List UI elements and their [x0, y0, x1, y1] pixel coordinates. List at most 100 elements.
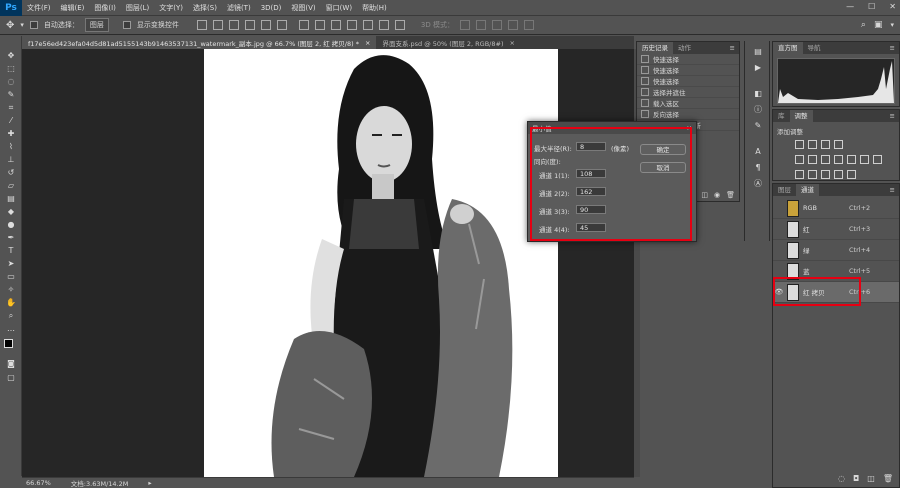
tab-adjustments[interactable]: 调整 [789, 110, 813, 122]
3d-roll-icon[interactable] [475, 20, 486, 30]
workspace-dropdown-icon[interactable]: ▾ [890, 21, 894, 29]
auto-select-checkbox[interactable] [29, 21, 38, 29]
menu-type[interactable]: 文字(Y) [154, 3, 188, 13]
tab-libraries[interactable]: 库 [773, 110, 790, 122]
status-arrow-icon[interactable]: ▸ [148, 479, 151, 487]
eraser-icon[interactable]: ▱ [5, 180, 17, 191]
3d-scale-icon[interactable] [523, 20, 534, 30]
distribute-left-icon[interactable] [346, 20, 357, 30]
clone-stamp-icon[interactable]: ⊥ [5, 154, 17, 165]
camera-icon[interactable]: ◉ [714, 191, 720, 199]
align-center-icon[interactable] [260, 20, 271, 30]
menu-select[interactable]: 选择(S) [188, 3, 222, 13]
panel-menu-icon[interactable]: ≡ [890, 186, 899, 194]
selective-color-icon[interactable] [847, 170, 856, 179]
quick-mask-icon[interactable]: ◙ [5, 358, 17, 369]
close-tab-icon[interactable]: × [509, 39, 514, 47]
history-item[interactable]: 快速选择 [637, 54, 739, 65]
menu-window[interactable]: 窗口(W) [321, 3, 357, 13]
align-right-icon[interactable] [276, 20, 287, 30]
move-tool-icon[interactable]: ✥ [6, 20, 14, 31]
history-item[interactable]: 反向选择 [637, 109, 739, 120]
brush-icon[interactable]: ⌇ [5, 141, 17, 152]
channel-row-rgb[interactable]: RGB Ctrl+2 [773, 198, 899, 219]
distribute-center-icon[interactable] [362, 20, 373, 30]
channel-row-red[interactable]: 红 Ctrl+3 [773, 219, 899, 240]
tab-actions[interactable]: 动作 [673, 42, 696, 54]
distribute-top-icon[interactable] [298, 20, 309, 30]
history-item[interactable]: 载入选区 [637, 98, 739, 109]
tab-history[interactable]: 历史记录 [637, 42, 673, 54]
align-left-icon[interactable] [244, 20, 255, 30]
history-brush-icon[interactable]: ↺ [5, 167, 17, 178]
crop-icon[interactable]: ⌗ [5, 102, 17, 113]
pen-icon[interactable]: ✒ [5, 232, 17, 243]
menu-edit[interactable]: 编辑(E) [56, 3, 90, 13]
auto-select-dropdown[interactable]: 图层 [84, 18, 109, 32]
gradient-icon[interactable]: ▤ [5, 193, 17, 204]
distribute-middle-icon[interactable] [314, 20, 325, 30]
marquee-icon[interactable]: ⬚ [5, 63, 17, 74]
tab-active-document[interactable]: f17e56ed423efa04d5d81ad5155143b914635371… [22, 36, 377, 49]
trash-icon[interactable]: 🗑 [883, 474, 893, 483]
photo-filter-icon[interactable] [847, 155, 856, 164]
glyphs-panel-icon[interactable]: Ⓐ [753, 179, 763, 189]
foreground-color-swatch[interactable] [4, 339, 13, 348]
hue-saturation-icon[interactable] [808, 155, 817, 164]
load-channel-selection-icon[interactable]: ◌ [838, 474, 845, 483]
healing-brush-icon[interactable]: ✚ [5, 128, 17, 139]
new-channel-icon[interactable]: ◫ [867, 474, 875, 483]
threshold-icon[interactable] [821, 170, 830, 179]
zoom-level[interactable]: 66.67% [26, 479, 51, 487]
shape-icon[interactable]: ▭ [5, 271, 17, 282]
tab-channels[interactable]: 通道 [796, 184, 819, 196]
lasso-icon[interactable]: ◌ [5, 76, 17, 87]
properties-panel-icon[interactable]: ◧ [753, 89, 763, 99]
3d-orbit-icon[interactable] [459, 20, 470, 30]
close-window-button[interactable]: ✕ [889, 2, 896, 11]
brightness-icon[interactable] [795, 140, 804, 149]
menu-help[interactable]: 帮助(H) [357, 3, 392, 13]
color-lookup-icon[interactable] [873, 155, 882, 164]
panel-menu-icon[interactable]: ≡ [890, 112, 899, 120]
search-icon[interactable]: ⌕ [861, 20, 866, 30]
workspace-icon[interactable]: ▣ [874, 20, 883, 30]
exposure-icon[interactable] [834, 140, 843, 149]
gradient-map-icon[interactable] [834, 170, 843, 179]
menu-filter[interactable]: 滤镜(T) [222, 3, 256, 13]
menu-layer[interactable]: 图层(L) [121, 3, 154, 13]
levels-icon[interactable] [808, 140, 817, 149]
curves-icon[interactable] [821, 140, 830, 149]
tab-layers[interactable]: 图层 [773, 184, 796, 196]
actions-panel-icon[interactable]: ▶ [753, 63, 763, 73]
hand-icon[interactable]: ✋ [5, 297, 17, 308]
trash-icon[interactable]: 🗑 [726, 191, 735, 199]
new-snapshot-icon[interactable]: ◫ [701, 191, 708, 199]
vibrance-icon[interactable] [795, 155, 804, 164]
channel-mixer-icon[interactable] [860, 155, 869, 164]
color-balance-icon[interactable] [821, 155, 830, 164]
posterize-icon[interactable] [808, 170, 817, 179]
auto-align-icon[interactable] [394, 20, 405, 30]
blur-icon[interactable]: ◆ [5, 206, 17, 217]
character-panel-icon[interactable]: A [753, 147, 763, 157]
history-item[interactable]: 快速选择 [637, 76, 739, 87]
align-top-icon[interactable] [196, 20, 207, 30]
type-icon[interactable]: T [5, 245, 17, 256]
close-tab-icon[interactable]: × [365, 39, 370, 47]
dodge-icon[interactable]: ● [5, 219, 17, 230]
align-middle-icon[interactable] [212, 20, 223, 30]
path-select-icon[interactable]: ➤ [5, 258, 17, 269]
eyedropper-icon[interactable]: ⁄ [5, 115, 17, 126]
menu-image[interactable]: 图像(I) [89, 3, 121, 13]
black-white-icon[interactable] [834, 155, 843, 164]
tab-second-document[interactable]: 界面支系.psd @ 50% (图层 2, RGB/8#) × [376, 36, 521, 49]
tool-preset-icon[interactable]: ▾ [20, 21, 24, 29]
history-panel-icon[interactable]: ▤ [753, 47, 763, 57]
channel-row-green[interactable]: 绿 Ctrl+4 [773, 240, 899, 261]
3d-pan-icon[interactable] [491, 20, 502, 30]
more-tools-icon[interactable]: … [5, 323, 17, 334]
3d-slide-icon[interactable] [507, 20, 518, 30]
move-icon[interactable]: ✥ [5, 50, 17, 61]
paragraph-panel-icon[interactable]: ¶ [753, 163, 763, 173]
